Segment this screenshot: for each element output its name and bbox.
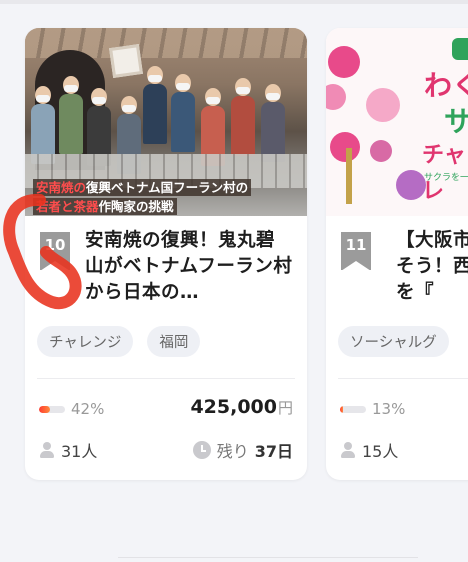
project-image[interactable]: わく サ チャレ サクラを一緒 [326, 28, 468, 216]
project-card[interactable]: わく サ チャレ サクラを一緒 11 【大阪市かそう！西口を『 ソーシャルグ 1… [326, 28, 468, 480]
caption-text: 作陶家の挑戦 [98, 199, 174, 214]
project-title[interactable]: 【大阪市かそう！西口を『 [396, 228, 468, 306]
image-logo-mark [452, 38, 468, 60]
tag-list: チャレンジ 福岡 [37, 326, 201, 357]
funding-progress: 42% [39, 400, 104, 418]
person-icon [340, 442, 356, 458]
progress-percent: 13% [372, 400, 406, 418]
funding-progress: 13% [340, 400, 405, 418]
caption-accent: 若者と茶器 [36, 199, 99, 214]
clock-icon [192, 441, 211, 459]
supporter-count: 15人 [340, 438, 398, 462]
image-flower [370, 140, 392, 162]
days-remaining: 残り 37日 [192, 438, 293, 462]
image-flower [328, 46, 360, 78]
project-image[interactable]: 安南焼の復興ベトナム国フーラン村の 若者と茶器作陶家の挑戦 [25, 28, 307, 216]
rank-badge: 10 [40, 232, 70, 271]
funding-amount: 425,000円 [190, 396, 293, 418]
tag-chip[interactable]: 福岡 [147, 326, 201, 357]
progress-fill [39, 405, 50, 413]
remaining-value: 37日 [254, 442, 293, 461]
image-headline: わく [424, 69, 468, 102]
caption-accent: 安南焼の [36, 180, 87, 195]
image-flower [366, 88, 400, 122]
image-headline: サ [444, 105, 468, 138]
image-subtext: サクラを一緒 [424, 173, 468, 183]
project-title[interactable]: 安南焼の復興！鬼丸碧山がベトナムフーラン村から日本の… [85, 228, 293, 306]
image-flower [330, 132, 360, 162]
person-icon [39, 442, 55, 458]
rank-badge: 11 [341, 232, 371, 271]
remaining-label: 残り [216, 442, 249, 461]
bottom-divider [118, 557, 418, 558]
progress-fill [340, 405, 344, 413]
card-divider [37, 378, 295, 379]
top-divider [0, 0, 468, 4]
progress-bar [39, 405, 65, 413]
image-flower [326, 84, 346, 110]
supporters-value: 31人 [61, 442, 98, 461]
progress-percent: 42% [71, 400, 105, 418]
tag-chip[interactable]: ソーシャルグ [338, 326, 449, 357]
image-tree-trunk [346, 148, 352, 204]
card-divider [338, 378, 468, 379]
project-card[interactable]: 安南焼の復興ベトナム国フーラン村の 若者と茶器作陶家の挑戦 10 安南焼の復興！… [25, 28, 307, 480]
tag-chip[interactable]: チャレンジ [37, 326, 134, 357]
image-wall-clock [109, 44, 143, 78]
image-caption: 安南焼の復興ベトナム国フーラン村の 若者と茶器作陶家の挑戦 [33, 178, 252, 216]
caption-text: 復興ベトナム国フーラン村の [86, 180, 249, 195]
supporters-value: 15人 [362, 442, 399, 461]
progress-bar [340, 405, 366, 413]
currency-unit: 円 [277, 399, 293, 417]
supporter-count: 31人 [39, 438, 97, 462]
tag-list: ソーシャルグ [338, 326, 449, 357]
amount-value: 425,000 [190, 396, 277, 418]
